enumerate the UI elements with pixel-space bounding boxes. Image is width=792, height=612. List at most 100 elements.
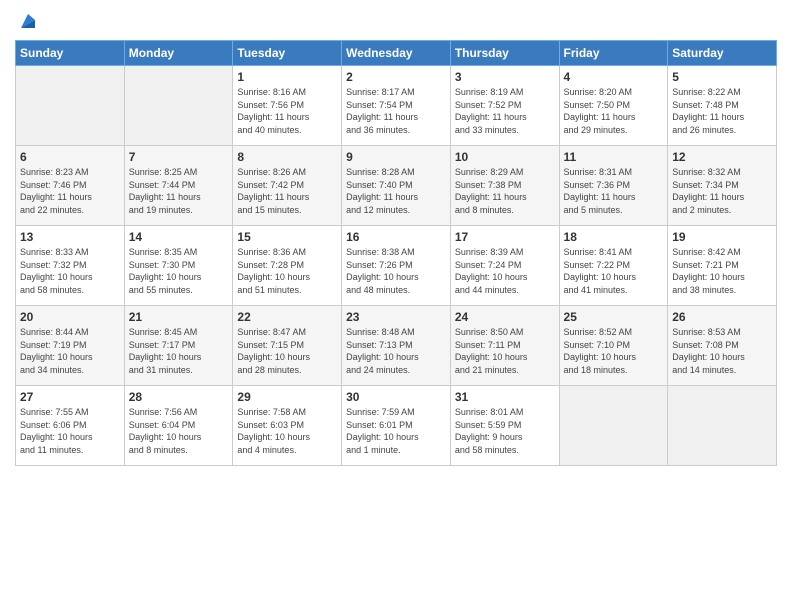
day-number: 26: [672, 310, 772, 324]
day-info: Sunrise: 8:41 AM Sunset: 7:22 PM Dayligh…: [564, 246, 664, 296]
day-number: 22: [237, 310, 337, 324]
day-number: 28: [129, 390, 229, 404]
day-info: Sunrise: 8:36 AM Sunset: 7:28 PM Dayligh…: [237, 246, 337, 296]
day-number: 13: [20, 230, 120, 244]
day-info: Sunrise: 8:39 AM Sunset: 7:24 PM Dayligh…: [455, 246, 555, 296]
day-number: 17: [455, 230, 555, 244]
day-number: 31: [455, 390, 555, 404]
day-info: Sunrise: 8:53 AM Sunset: 7:08 PM Dayligh…: [672, 326, 772, 376]
calendar-cell: 10Sunrise: 8:29 AM Sunset: 7:38 PM Dayli…: [450, 146, 559, 226]
calendar-week-2: 6 Sunrise: 8:23 AM Sunset: 7:46 PM Daylig…: [16, 146, 777, 226]
day-info: Sunrise: 7:58 AM Sunset: 6:03 PM Dayligh…: [237, 406, 337, 456]
calendar-week-1: 1 Sunrise: 8:16 AM Sunset: 7:56 PM Daylig…: [16, 66, 777, 146]
day-info: Sunrise: 8:01 AM Sunset: 5:59 PM Dayligh…: [455, 406, 555, 456]
day-number: 21: [129, 310, 229, 324]
day-info: Sunrise: 8:20 AM Sunset: 7:50 PM Dayligh…: [564, 86, 664, 136]
day-info: Sunrise: 8:33 AM Sunset: 7:32 PM Dayligh…: [20, 246, 120, 296]
day-number: 2: [346, 70, 446, 84]
calendar-week-3: 13 Sunrise: 8:33 AM Sunset: 7:32 PM Dayli…: [16, 226, 777, 306]
day-info: Sunrise: 8:47 AM Sunset: 7:15 PM Dayligh…: [237, 326, 337, 376]
day-number: 1: [237, 70, 337, 84]
calendar-cell: 14Sunrise: 8:35 AM Sunset: 7:30 PM Dayli…: [124, 226, 233, 306]
day-info: Sunrise: 8:32 AM Sunset: 7:34 PM Dayligh…: [672, 166, 772, 216]
calendar-cell: 20 Sunrise: 8:44 AM Sunset: 7:19 PM Dayli…: [16, 306, 125, 386]
day-number: 30: [346, 390, 446, 404]
calendar-cell: [668, 386, 777, 466]
calendar-cell: 13 Sunrise: 8:33 AM Sunset: 7:32 PM Dayli…: [16, 226, 125, 306]
day-number: 4: [564, 70, 664, 84]
day-number: 8: [237, 150, 337, 164]
calendar-cell: 27 Sunrise: 7:55 AM Sunset: 6:06 PM Dayli…: [16, 386, 125, 466]
day-info: Sunrise: 8:23 AM Sunset: 7:46 PM Dayligh…: [20, 166, 120, 216]
calendar-cell: 21 Sunrise: 8:45 AM Sunset: 7:17 PM Dayli…: [124, 306, 233, 386]
day-info: Sunrise: 8:22 AM Sunset: 7:48 PM Dayligh…: [672, 86, 772, 136]
day-number: 27: [20, 390, 120, 404]
day-info: Sunrise: 7:55 AM Sunset: 6:06 PM Dayligh…: [20, 406, 120, 456]
day-number: 5: [672, 70, 772, 84]
day-number: 18: [564, 230, 664, 244]
calendar-cell: 6 Sunrise: 8:23 AM Sunset: 7:46 PM Daylig…: [16, 146, 125, 226]
day-info: Sunrise: 8:16 AM Sunset: 7:56 PM Dayligh…: [237, 86, 337, 136]
calendar-col-saturday: Saturday: [668, 41, 777, 66]
day-info: Sunrise: 7:59 AM Sunset: 6:01 PM Dayligh…: [346, 406, 446, 456]
day-info: Sunrise: 8:26 AM Sunset: 7:42 PM Dayligh…: [237, 166, 337, 216]
calendar-cell: [124, 66, 233, 146]
calendar-cell: 16Sunrise: 8:38 AM Sunset: 7:26 PM Dayli…: [342, 226, 451, 306]
calendar-cell: 24Sunrise: 8:50 AM Sunset: 7:11 PM Dayli…: [450, 306, 559, 386]
logo-icon: [17, 10, 39, 32]
logo: [15, 10, 39, 32]
calendar-col-wednesday: Wednesday: [342, 41, 451, 66]
calendar-cell: 7 Sunrise: 8:25 AM Sunset: 7:44 PM Daylig…: [124, 146, 233, 226]
day-info: Sunrise: 8:45 AM Sunset: 7:17 PM Dayligh…: [129, 326, 229, 376]
calendar-cell: 9Sunrise: 8:28 AM Sunset: 7:40 PM Daylig…: [342, 146, 451, 226]
day-info: Sunrise: 8:44 AM Sunset: 7:19 PM Dayligh…: [20, 326, 120, 376]
day-number: 7: [129, 150, 229, 164]
day-info: Sunrise: 7:56 AM Sunset: 6:04 PM Dayligh…: [129, 406, 229, 456]
day-number: 19: [672, 230, 772, 244]
calendar-cell: 29 Sunrise: 7:58 AM Sunset: 6:03 PM Dayli…: [233, 386, 342, 466]
calendar-cell: 4 Sunrise: 8:20 AM Sunset: 7:50 PM Daylig…: [559, 66, 668, 146]
day-info: Sunrise: 8:42 AM Sunset: 7:21 PM Dayligh…: [672, 246, 772, 296]
calendar-cell: 11 Sunrise: 8:31 AM Sunset: 7:36 PM Dayli…: [559, 146, 668, 226]
day-info: Sunrise: 8:28 AM Sunset: 7:40 PM Dayligh…: [346, 166, 446, 216]
day-info: Sunrise: 8:48 AM Sunset: 7:13 PM Dayligh…: [346, 326, 446, 376]
calendar-cell: 1 Sunrise: 8:16 AM Sunset: 7:56 PM Daylig…: [233, 66, 342, 146]
day-info: Sunrise: 8:50 AM Sunset: 7:11 PM Dayligh…: [455, 326, 555, 376]
calendar-col-friday: Friday: [559, 41, 668, 66]
day-number: 25: [564, 310, 664, 324]
calendar-col-thursday: Thursday: [450, 41, 559, 66]
day-number: 20: [20, 310, 120, 324]
calendar-cell: 31 Sunrise: 8:01 AM Sunset: 5:59 PM Dayli…: [450, 386, 559, 466]
day-number: 10: [455, 150, 555, 164]
calendar-cell: [16, 66, 125, 146]
calendar-week-5: 27 Sunrise: 7:55 AM Sunset: 6:06 PM Dayli…: [16, 386, 777, 466]
calendar-week-4: 20 Sunrise: 8:44 AM Sunset: 7:19 PM Dayli…: [16, 306, 777, 386]
calendar-cell: 26 Sunrise: 8:53 AM Sunset: 7:08 PM Dayli…: [668, 306, 777, 386]
day-number: 3: [455, 70, 555, 84]
calendar-col-tuesday: Tuesday: [233, 41, 342, 66]
calendar-cell: 30 Sunrise: 7:59 AM Sunset: 6:01 PM Dayli…: [342, 386, 451, 466]
calendar-cell: 2 Sunrise: 8:17 AM Sunset: 7:54 PM Daylig…: [342, 66, 451, 146]
day-number: 15: [237, 230, 337, 244]
header: [15, 10, 777, 32]
day-info: Sunrise: 8:52 AM Sunset: 7:10 PM Dayligh…: [564, 326, 664, 376]
calendar-cell: 22 Sunrise: 8:47 AM Sunset: 7:15 PM Dayli…: [233, 306, 342, 386]
day-number: 23: [346, 310, 446, 324]
day-number: 11: [564, 150, 664, 164]
calendar-cell: [559, 386, 668, 466]
day-number: 16: [346, 230, 446, 244]
day-info: Sunrise: 8:25 AM Sunset: 7:44 PM Dayligh…: [129, 166, 229, 216]
calendar-cell: 5 Sunrise: 8:22 AM Sunset: 7:48 PM Daylig…: [668, 66, 777, 146]
calendar-col-monday: Monday: [124, 41, 233, 66]
calendar-cell: 23 Sunrise: 8:48 AM Sunset: 7:13 PM Dayli…: [342, 306, 451, 386]
calendar-cell: 12Sunrise: 8:32 AM Sunset: 7:34 PM Dayli…: [668, 146, 777, 226]
day-info: Sunrise: 8:31 AM Sunset: 7:36 PM Dayligh…: [564, 166, 664, 216]
calendar-header-row: SundayMondayTuesdayWednesdayThursdayFrid…: [16, 41, 777, 66]
day-number: 14: [129, 230, 229, 244]
day-info: Sunrise: 8:17 AM Sunset: 7:54 PM Dayligh…: [346, 86, 446, 136]
calendar-cell: 18 Sunrise: 8:41 AM Sunset: 7:22 PM Dayli…: [559, 226, 668, 306]
day-number: 29: [237, 390, 337, 404]
day-number: 6: [20, 150, 120, 164]
calendar-cell: 25 Sunrise: 8:52 AM Sunset: 7:10 PM Dayli…: [559, 306, 668, 386]
calendar-cell: 28 Sunrise: 7:56 AM Sunset: 6:04 PM Dayli…: [124, 386, 233, 466]
